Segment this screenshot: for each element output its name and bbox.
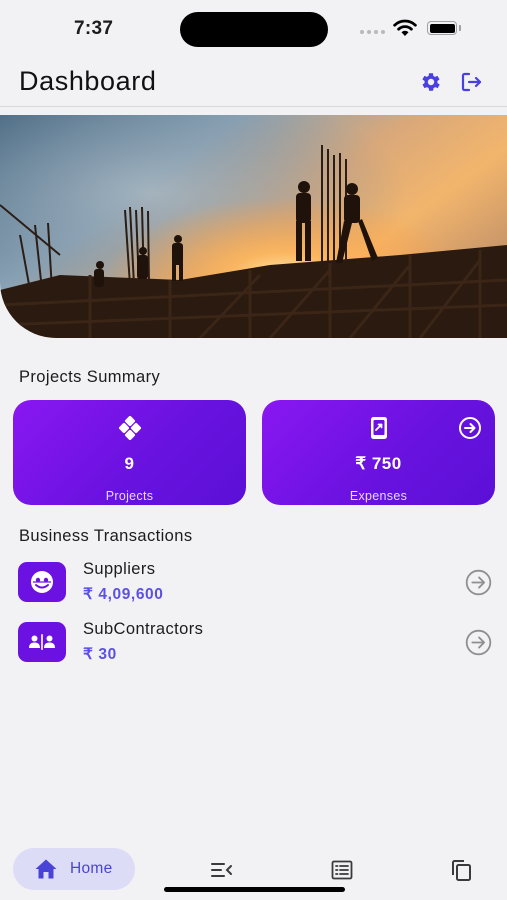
expenses-value: ₹ 750 — [355, 454, 402, 473]
dynamic-island — [180, 12, 328, 47]
arrow-circle-right-icon[interactable] — [465, 629, 492, 656]
tab-home[interactable]: Home — [13, 848, 135, 890]
battery-icon — [427, 21, 457, 35]
suppliers-amount: ₹ 4,09,600 — [83, 586, 164, 603]
arrow-circle-right-icon[interactable] — [465, 569, 492, 596]
users-split-icon — [29, 634, 55, 650]
cellular-signal-icon — [360, 30, 385, 34]
subcontractors-amount: ₹ 30 — [83, 646, 117, 663]
tab-home-label: Home — [70, 860, 113, 877]
app-header: Dashboard — [0, 58, 507, 107]
battery-tip — [459, 25, 461, 31]
tab-menu[interactable] — [210, 858, 234, 882]
business-transactions-title: Business Transactions — [19, 527, 193, 545]
expenses-label: Expenses — [349, 489, 408, 503]
status-time: 7:37 — [74, 18, 114, 39]
diamond-grid-icon — [118, 416, 141, 440]
list-item-suppliers[interactable]: Suppliers ₹ 4,09,600 — [18, 560, 498, 606]
copy-icon — [452, 860, 471, 881]
settings-button[interactable] — [419, 70, 443, 94]
gear-icon — [422, 73, 440, 91]
wifi-icon — [393, 19, 417, 36]
hero-construction-image — [0, 115, 507, 338]
projects-card[interactable]: 9 Projects — [13, 400, 246, 505]
list-alt-icon — [331, 860, 353, 880]
projects-count: 9 — [124, 454, 135, 473]
page-title: Dashboard — [19, 66, 157, 96]
tab-copy[interactable] — [449, 858, 473, 882]
list-item-subcontractors[interactable]: SubContractors ₹ 30 — [18, 620, 498, 666]
phone-transfer-icon — [370, 417, 387, 439]
home-icon — [35, 859, 57, 879]
expenses-card[interactable]: ₹ 750 Expenses — [262, 400, 495, 505]
projects-summary-title: Projects Summary — [19, 368, 161, 386]
subcontractors-icon-tile — [18, 622, 66, 662]
arrow-circle-right-icon[interactable] — [458, 416, 482, 440]
supplier-face-icon — [31, 571, 53, 593]
suppliers-name: Suppliers — [83, 560, 156, 578]
tab-list[interactable] — [330, 858, 354, 882]
logout-button[interactable] — [459, 70, 483, 94]
status-bar: 7:37 — [0, 0, 507, 58]
subcontractors-name: SubContractors — [83, 620, 204, 638]
suppliers-icon-tile — [18, 562, 66, 602]
menu-collapse-icon — [211, 863, 232, 877]
logout-icon — [461, 72, 482, 92]
projects-label: Projects — [105, 489, 154, 503]
home-indicator — [164, 887, 345, 892]
